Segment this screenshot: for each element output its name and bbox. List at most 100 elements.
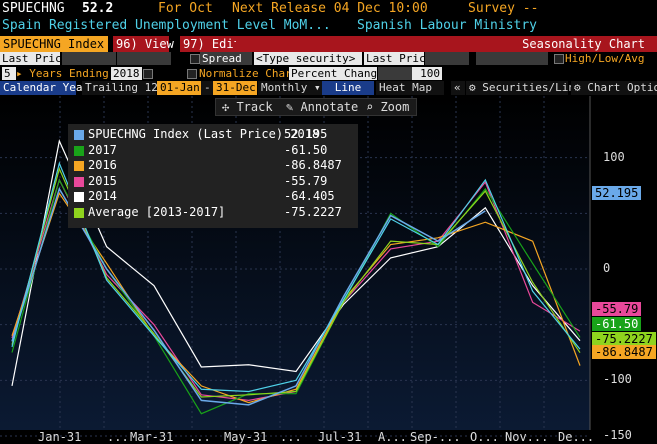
nav-left-icon[interactable]: «: [451, 81, 465, 95]
legend-entry: 2014 -64.405: [72, 189, 354, 205]
high-low-checkbox[interactable]: [554, 54, 564, 64]
menu-bar: SPUECHNG Index 96) View ▾ 97) Edit ▾ Sea…: [0, 36, 657, 52]
legend-name: Average [2013-2017]: [88, 204, 226, 219]
legend-swatch: [74, 161, 84, 171]
legend-swatch: [74, 130, 84, 140]
legend-name: 2015: [88, 173, 117, 188]
type-security-input[interactable]: <Type security>: [254, 52, 362, 65]
zoom-button[interactable]: ⌕ Zoom: [366, 99, 409, 115]
legend-name: 2017: [88, 142, 117, 157]
edit-menu[interactable]: 97) Edit ▾: [180, 36, 255, 52]
x-tick-label: Jan-31: [38, 430, 82, 444]
year-dropdown[interactable]: [143, 69, 153, 79]
legend-swatch: [74, 145, 84, 156]
x-tick-label: ...: [280, 430, 302, 444]
pct-value-input[interactable]: 100: [412, 67, 442, 80]
security-field[interactable]: SPUECHNG Index: [0, 36, 108, 52]
crosshair-icon: ✣: [222, 100, 237, 114]
securities-lines-button[interactable]: ⚙ Securities/Lin...: [466, 81, 595, 95]
legend-value: 52.195: [284, 127, 328, 141]
view-menu[interactable]: 96) View ▾: [113, 36, 188, 52]
field-blank-1[interactable]: [62, 52, 116, 65]
field-blank-3[interactable]: [425, 52, 469, 65]
tab-line[interactable]: Line: [322, 81, 374, 95]
years-ending-label: ▸ Years Ending: [16, 67, 109, 80]
ticker: SPUECHNG: [2, 1, 65, 16]
tab-calendar-year[interactable]: Calendar Year: [0, 81, 89, 95]
years-count-input[interactable]: 5: [2, 67, 16, 80]
series-fields-row: Last Price Spread <Type security> Last P…: [0, 52, 657, 66]
legend-value: -86.8487: [284, 158, 342, 172]
frequency-select[interactable]: Monthly ▾: [258, 81, 322, 95]
security-title-row: Spain Registered Unemployment Level MoM.…: [0, 17, 657, 34]
legend-swatch: [74, 207, 84, 218]
chart-options-button[interactable]: ⚙ Chart Optio...: [571, 81, 657, 95]
legend-swatch: [74, 176, 84, 187]
search-icon: ⌕: [366, 100, 381, 114]
legend-entry: Average [2013-2017] -75.2227: [72, 205, 354, 221]
x-tick-label: De...: [558, 430, 595, 444]
tab-heat-map[interactable]: Heat Map: [376, 81, 444, 95]
end-date-input[interactable]: 31-Dec: [213, 81, 257, 95]
y-tick-label: -100: [603, 372, 632, 387]
x-tick-label: A...: [378, 430, 407, 444]
tag-2017: -61.50: [592, 317, 642, 331]
legend-entry: 2016 -86.8487: [72, 158, 354, 174]
field-blank-2[interactable]: [117, 52, 171, 65]
chart-legend: SPUECHNG Index (Last Price) 2018 52.195 20…: [68, 124, 358, 228]
chart-title: Seasonality Chart: [236, 36, 657, 52]
y-tick-label: 0: [603, 261, 611, 275]
x-tick-label: Mar-31: [130, 430, 174, 444]
years-row: 5 ▸ Years Ending 2018 Normalize Chart Pe…: [0, 67, 657, 81]
tabs-row: Calendar Year Trailing 12M 01-Jan - 31-D…: [0, 81, 657, 95]
x-tick-label: May-31: [224, 430, 268, 444]
legend-value: -55.79: [284, 173, 328, 188]
percent-change-select[interactable]: Percent Change: [289, 67, 384, 80]
chart-options-icon: ⚙: [574, 81, 588, 94]
view-icon: 96): [116, 37, 145, 51]
normalize-label: Normalize Chart: [199, 67, 299, 80]
next-release: Next Release 04 Dec 10:00: [232, 1, 428, 16]
chart-toolbar: ✣ Track ✎ Annotate ⌕ Zoom: [215, 98, 417, 116]
legend-entry: 2017 -61.50: [72, 143, 354, 159]
start-date-input[interactable]: 01-Jan: [157, 81, 201, 95]
survey: Survey --: [468, 1, 539, 16]
x-tick-label: O...: [470, 430, 499, 444]
y-tick-label: -150: [603, 428, 632, 442]
year-input[interactable]: 2018: [111, 67, 142, 80]
for-period: For Oct: [158, 1, 213, 16]
field-last-price[interactable]: Last Price: [0, 52, 68, 65]
y-tick-label: 100: [603, 149, 625, 164]
legend-name: 2016: [88, 158, 117, 172]
x-tick-label: Jul-31: [318, 430, 362, 444]
field-last-price-2[interactable]: Last Price: [364, 52, 432, 65]
high-low-avg-label: High/Low/Avg: [565, 52, 645, 65]
security-title: Spain Registered Unemployment Level MoM.…: [2, 18, 331, 33]
x-tick-label: ...: [107, 430, 129, 444]
track-button[interactable]: ✣ Track: [222, 99, 273, 115]
last-value-tag: 52.195: [592, 186, 642, 200]
tag-2015: -55.79: [592, 302, 642, 316]
legend-value: -75.2227: [284, 204, 342, 219]
gear-icon: ⚙: [469, 81, 483, 94]
pencil-icon: ✎: [286, 100, 301, 114]
tag-average: -75.2227: [592, 332, 656, 346]
legend-value: -61.50: [284, 142, 328, 157]
tab-trailing-12m[interactable]: Trailing 12M: [82, 81, 164, 95]
field-blank-5[interactable]: [378, 67, 412, 80]
x-tick-label: ...: [189, 430, 211, 444]
legend-swatch: [74, 192, 84, 202]
security-header: SPUECHNG 52.2 For Oct Next Release 04 De…: [0, 0, 657, 17]
field-spread[interactable]: Spread: [200, 52, 252, 65]
x-tick-label: Nov...: [505, 430, 549, 444]
legend-entry: 2015 -55.79: [72, 174, 354, 190]
legend-entry: SPUECHNG Index (Last Price) 2018 52.195: [72, 127, 354, 143]
legend-value: -64.405: [284, 189, 335, 203]
x-tick-label: Sep-...: [410, 430, 461, 444]
normalize-checkbox[interactable]: [187, 69, 197, 79]
tag-2016: -86.8487: [592, 345, 656, 359]
annotate-button[interactable]: ✎ Annotate: [286, 99, 358, 115]
edit-icon: 97): [183, 37, 212, 51]
spread-checkbox[interactable]: [190, 54, 200, 64]
field-blank-4[interactable]: [476, 52, 548, 65]
